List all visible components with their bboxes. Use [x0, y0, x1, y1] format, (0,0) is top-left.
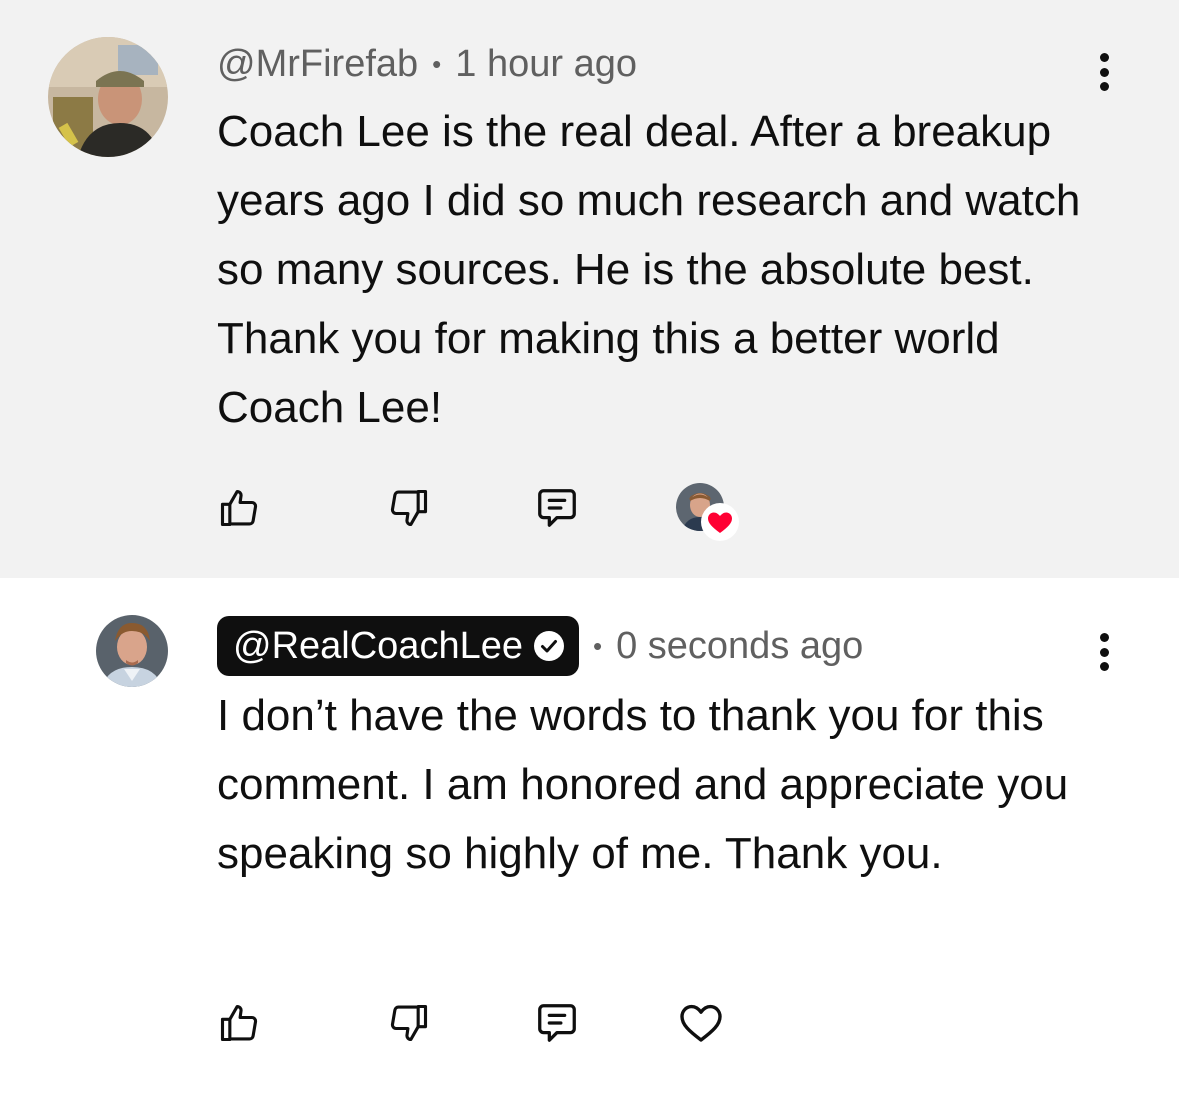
like-button[interactable]: [214, 993, 264, 1053]
comment-meta: @RealCoachLee • 0 seconds ago: [217, 616, 863, 676]
reply-button[interactable]: [532, 478, 582, 538]
dislike-button[interactable]: [384, 993, 434, 1053]
heart-icon: [701, 503, 739, 541]
reply-comment-icon: [538, 1004, 576, 1042]
commenter-avatar[interactable]: [48, 37, 168, 157]
user-avatar-photo-icon: [48, 37, 168, 157]
comment-meta: @MrFirefab • 1 hour ago: [217, 40, 637, 88]
commenter-avatar[interactable]: [96, 615, 168, 687]
thumbs-up-icon: [220, 1004, 258, 1042]
comment-reply: @RealCoachLee • 0 seconds ago I don’t ha…: [0, 578, 1179, 1117]
more-vertical-icon[interactable]: [1089, 627, 1119, 677]
comment-actions: [0, 478, 1179, 541]
reply-button[interactable]: [532, 993, 582, 1053]
meta-separator: •: [432, 48, 442, 79]
heart-button[interactable]: [676, 993, 726, 1053]
dislike-button[interactable]: [384, 478, 434, 538]
channel-owner-badge[interactable]: @RealCoachLee: [217, 616, 579, 676]
thumbs-down-icon: [390, 489, 428, 527]
creator-heart-badge: [676, 480, 744, 541]
comment-timestamp: 0 seconds ago: [616, 624, 864, 667]
thumbs-up-icon: [220, 489, 258, 527]
comment-timestamp: 1 hour ago: [455, 42, 637, 85]
comment-actions: [0, 993, 1179, 1053]
comment-text: I don’t have the words to thank you for …: [217, 691, 1069, 878]
more-vertical-icon[interactable]: [1089, 47, 1119, 97]
heart-icon: [680, 1004, 722, 1042]
creator-avatar-photo-icon: [96, 615, 168, 687]
comment-author-handle[interactable]: @MrFirefab: [217, 43, 418, 86]
thumbs-down-icon: [390, 1004, 428, 1042]
comment-author-handle: @RealCoachLee: [233, 624, 523, 667]
comment-highlighted: @MrFirefab • 1 hour ago Coach Lee is the…: [0, 0, 1179, 578]
like-button[interactable]: [214, 478, 264, 538]
verified-check-icon: [533, 631, 564, 661]
reply-comment-icon: [538, 489, 576, 527]
meta-separator: •: [592, 630, 603, 661]
comment-text: Coach Lee is the real deal. After a brea…: [217, 107, 1081, 432]
